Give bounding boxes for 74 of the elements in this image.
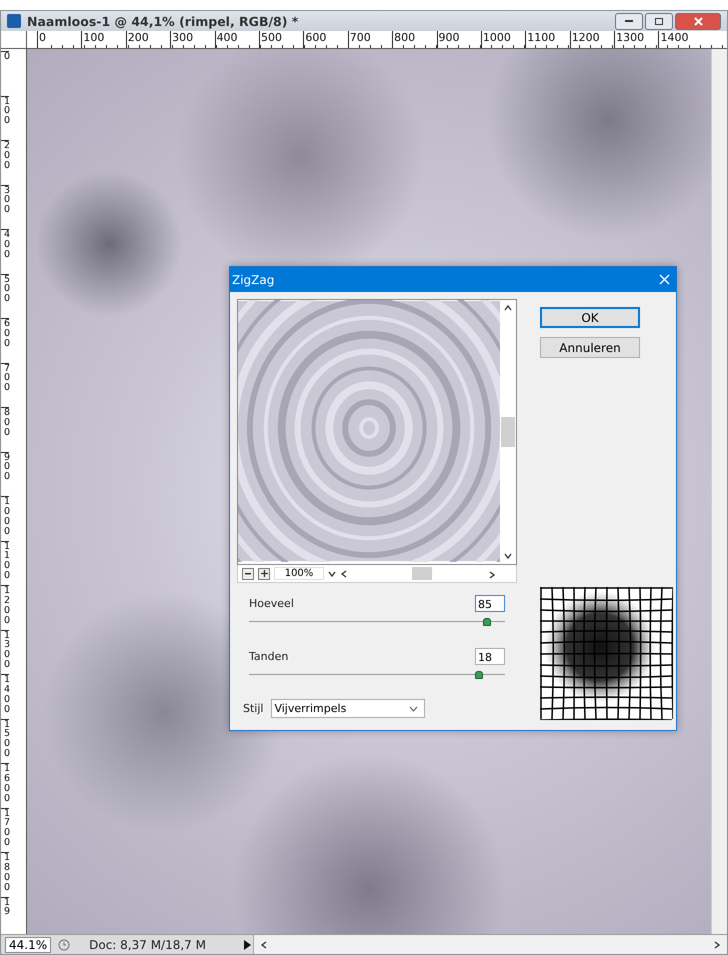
scrollbar-thumb[interactable] xyxy=(412,567,432,580)
ruler-label: 0 xyxy=(1,51,9,96)
ruler-label: 700 xyxy=(1,362,9,407)
ruler-label: 1300 xyxy=(1,630,9,674)
zoom-field[interactable]: 100% xyxy=(274,567,324,580)
ruler-label: 400 xyxy=(1,229,9,274)
scroll-left-icon[interactable] xyxy=(340,570,348,578)
ruler-label: 400 xyxy=(214,31,259,48)
maximize-icon xyxy=(655,18,663,24)
scrollbar-thumb[interactable] xyxy=(501,417,516,447)
ruler-label: 1600 xyxy=(1,763,9,808)
minimize-icon xyxy=(625,20,633,22)
scroll-down-icon[interactable] xyxy=(504,552,512,560)
ruler-label: 1700 xyxy=(1,808,9,852)
ruler-label: 600 xyxy=(1,318,9,362)
document-size: Doc: 8,37 M/18,7 M xyxy=(88,938,207,952)
ruler-label: 800 xyxy=(1,407,9,452)
horizontal-scrollbar[interactable] xyxy=(253,935,727,954)
ruler-label: 200 xyxy=(1,140,9,184)
ruler-label: 1100 xyxy=(525,31,570,48)
minimize-button[interactable] xyxy=(615,12,643,30)
scroll-right-icon[interactable] xyxy=(713,940,721,948)
ruler-label: 500 xyxy=(258,31,304,48)
dialog-button[interactable]: Annuleren xyxy=(540,337,640,358)
ruler-label: 1400 xyxy=(658,31,703,48)
zoom-in-button[interactable] xyxy=(258,568,270,580)
ruler-label: 800 xyxy=(392,31,437,48)
ruler-label: 500 xyxy=(1,274,9,318)
zoom-level-field[interactable]: 44.1% xyxy=(5,936,52,952)
ruler-label: 200 xyxy=(126,31,170,48)
ruler-label: 1200 xyxy=(570,31,614,48)
scroll-right-icon[interactable] xyxy=(488,571,496,579)
ruler-label: 1500 xyxy=(1,718,9,763)
ruler-label: 300 xyxy=(1,184,9,229)
style-dropdown[interactable]: Vijverrimpels xyxy=(271,699,426,718)
style-label: Stijl xyxy=(243,702,264,715)
ruler-label: 1000 xyxy=(480,31,526,48)
ruler-label: 1100 xyxy=(1,540,9,585)
close-icon[interactable] xyxy=(659,274,670,285)
ruler-label: 1000 xyxy=(1,496,9,540)
window-title: Naamloos-1 @ 44,1% (rimpel, RGB/8) * xyxy=(27,14,298,28)
dropdown-caret-icon[interactable] xyxy=(328,570,336,578)
value-field[interactable]: 85 xyxy=(475,594,505,612)
ruler-label: 900 xyxy=(1,452,9,496)
dropdown-caret-icon xyxy=(409,706,418,712)
ruler-label: 900 xyxy=(436,31,481,48)
slider-label: Tanden xyxy=(249,650,288,662)
dialog-title: ZigZag xyxy=(232,272,274,286)
vertical-scrollbar[interactable] xyxy=(711,49,727,934)
close-button[interactable] xyxy=(675,12,721,30)
ruler-label: 300 xyxy=(170,31,215,48)
ruler-label: 700 xyxy=(348,31,392,48)
scroll-up-icon[interactable] xyxy=(504,304,512,312)
play-icon[interactable] xyxy=(241,938,254,950)
dialog-button[interactable]: OK xyxy=(540,307,640,328)
close-icon xyxy=(694,16,702,26)
scroll-left-icon[interactable] xyxy=(260,940,268,948)
minus-icon xyxy=(245,572,251,574)
ruler-label: 100 xyxy=(81,31,126,48)
plus-icon xyxy=(260,570,268,577)
ruler-label: 1300 xyxy=(614,31,658,48)
zoom-out-button[interactable] xyxy=(242,568,254,580)
ruler-label: 100 xyxy=(1,96,9,140)
ruler-label: 1200 xyxy=(1,585,9,630)
slider-thumb[interactable] xyxy=(475,671,484,679)
app-icon xyxy=(7,14,21,28)
value-field[interactable]: 18 xyxy=(475,648,505,664)
ruler-label: 0 xyxy=(37,31,82,48)
slider-thumb[interactable] xyxy=(483,618,492,626)
ruler-label: 1400 xyxy=(1,674,9,718)
ruler-label: 1800 xyxy=(1,852,9,896)
maximize-button[interactable] xyxy=(645,12,673,30)
ruler-label: 600 xyxy=(303,31,348,48)
slider-label: Hoeveel xyxy=(249,596,294,610)
